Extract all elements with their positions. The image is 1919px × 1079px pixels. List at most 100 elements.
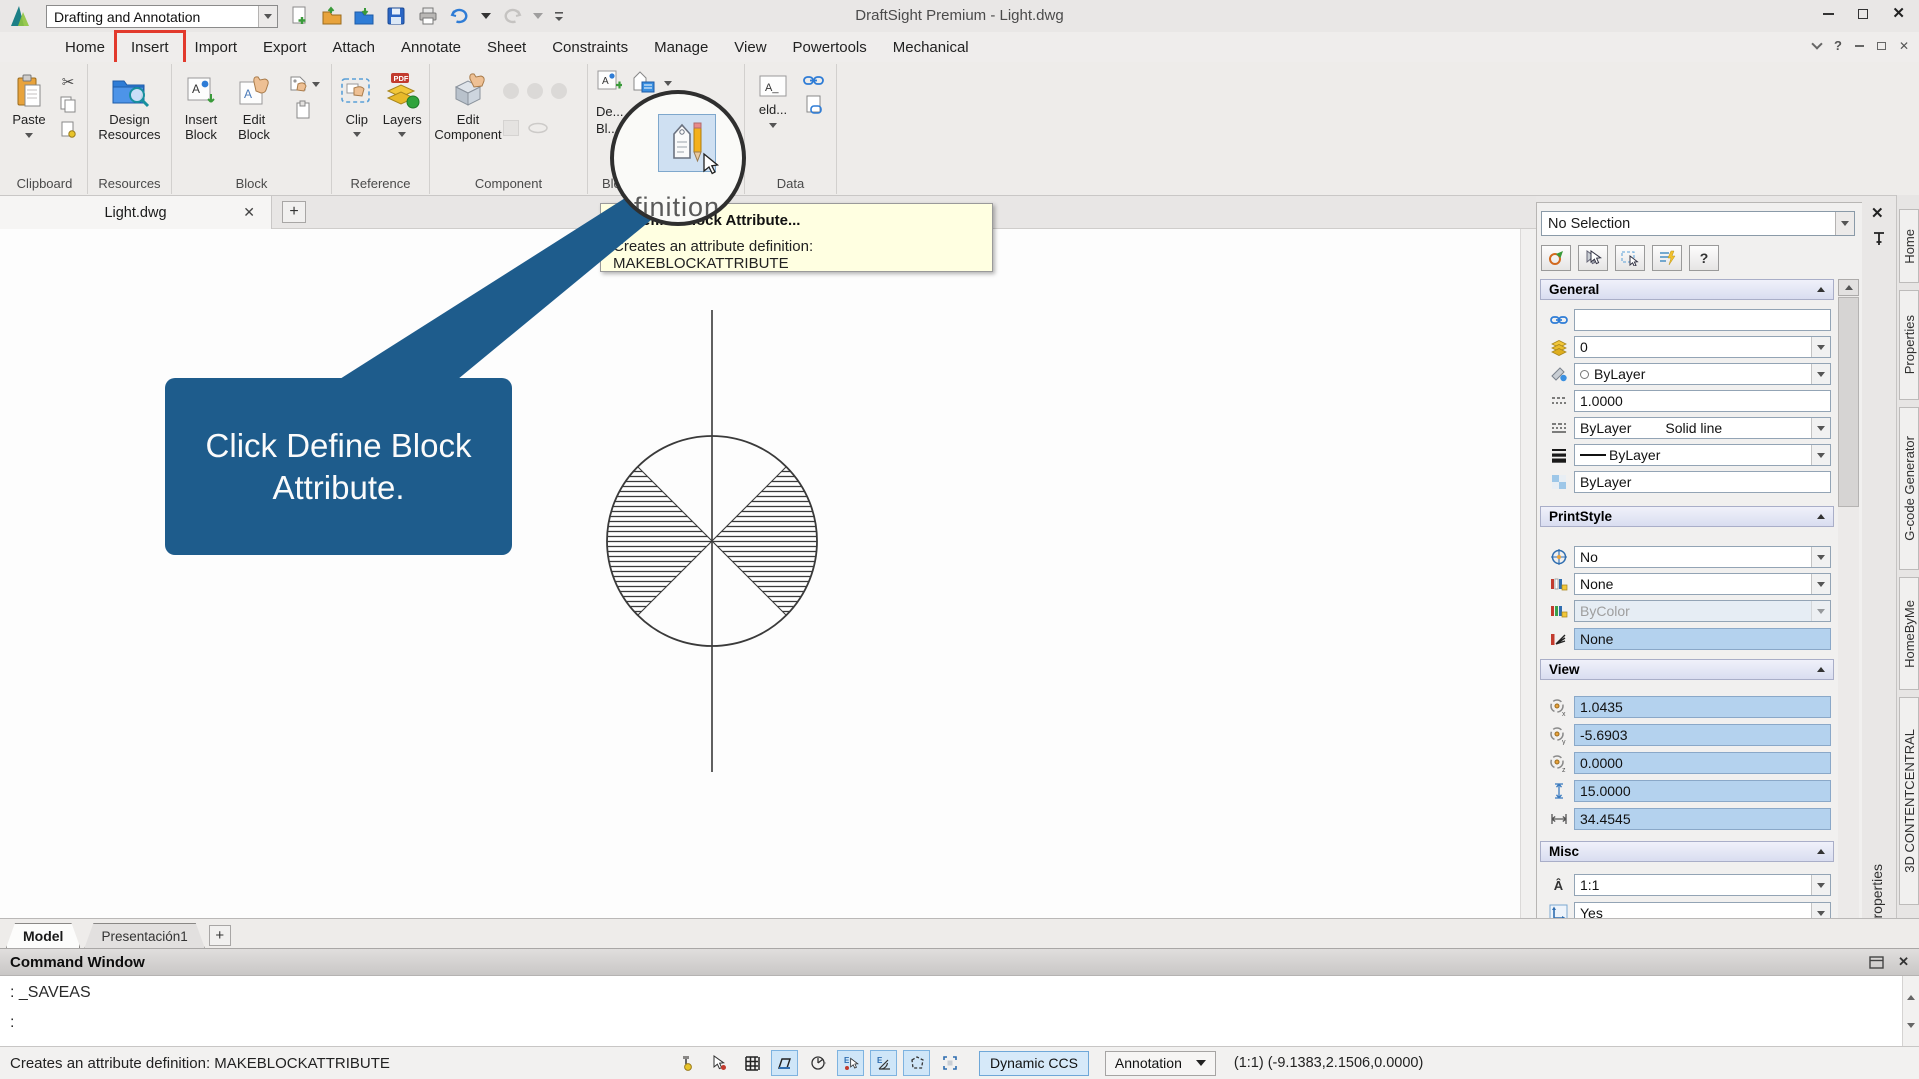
workspace-selector[interactable]: Drafting and Annotation <box>46 5 278 28</box>
side-tab-properties[interactable]: Properties <box>1899 290 1919 400</box>
layer-select[interactable]: 0 <box>1574 336 1831 358</box>
view-center-z-field[interactable]: 0.0000 <box>1574 752 1831 774</box>
hyperlink-button-icon[interactable] <box>803 73 825 90</box>
ortho-toggle[interactable] <box>771 1050 798 1076</box>
scrollbar-thumb[interactable] <box>1838 297 1859 507</box>
restore-panel-icon[interactable] <box>1876 41 1886 50</box>
print-style-select[interactable]: No <box>1574 546 1831 568</box>
polar-tracking-toggle[interactable] <box>804 1050 831 1076</box>
define-block-icon[interactable]: A <box>596 69 623 98</box>
paste-special-icon[interactable] <box>59 120 77 141</box>
transparency-field[interactable]: ByLayer <box>1574 471 1831 493</box>
dropdown-arrow-icon[interactable] <box>1811 875 1830 895</box>
section-header-view[interactable]: View <box>1540 659 1834 680</box>
redo-button[interactable] <box>500 4 524 28</box>
import-file-button[interactable] <box>352 4 376 28</box>
command-window[interactable]: : _SAVEAS : <box>0 975 1919 1048</box>
tab-mechanical[interactable]: Mechanical <box>880 34 982 61</box>
chevron-down-icon[interactable] <box>258 6 277 27</box>
view-center-x-field[interactable]: 1.0435 <box>1574 696 1831 718</box>
dock-command-window-icon[interactable] <box>1869 955 1884 969</box>
tab-attach[interactable]: Attach <box>319 34 388 61</box>
grid-display-toggle[interactable] <box>738 1050 765 1076</box>
section-header-general[interactable]: General <box>1540 279 1834 300</box>
tab-import[interactable]: Import <box>182 34 251 61</box>
tab-constraints[interactable]: Constraints <box>539 34 641 61</box>
side-tab-homebyme[interactable]: HomeByMe <box>1899 577 1919 690</box>
view-center-y-field[interactable]: -5.6903 <box>1574 724 1831 746</box>
block-document-icon[interactable] <box>294 100 312 123</box>
field-dropdown-arrow-icon[interactable] <box>769 122 777 132</box>
select-by-region-button[interactable] <box>1615 245 1645 271</box>
linetype-select[interactable]: ByLayer Solid line <box>1574 417 1831 439</box>
close-document-icon[interactable]: ✕ <box>243 204 255 221</box>
tab-export[interactable]: Export <box>250 34 319 61</box>
cut-icon[interactable]: ✂ <box>62 73 75 91</box>
dropdown-arrow-icon[interactable] <box>1811 547 1830 567</box>
undo-button[interactable] <box>448 4 472 28</box>
collapse-ribbon-icon[interactable] <box>1811 37 1823 50</box>
dynamic-ccs-button[interactable]: Dynamic CCS <box>979 1050 1089 1076</box>
close-window-button[interactable]: ✕ <box>1892 6 1905 21</box>
design-resources-button[interactable]: Design Resources <box>92 69 168 142</box>
tab-powertools[interactable]: Powertools <box>780 34 880 61</box>
pin-panel-icon[interactable] <box>1872 230 1886 249</box>
collapse-icon[interactable] <box>1817 510 1825 519</box>
scroll-up-icon[interactable] <box>1838 279 1859 296</box>
block-attribute-dropdown-arrow-icon[interactable] <box>311 82 320 91</box>
snap-settings-toggle[interactable] <box>672 1050 699 1076</box>
layout-tab-presentacion1[interactable]: Presentación1 <box>84 923 204 948</box>
entity-frame-toggle[interactable] <box>936 1050 963 1076</box>
minimize-panel-icon[interactable] <box>1854 44 1864 47</box>
tab-insert[interactable]: Insert <box>114 29 186 65</box>
view-width-field[interactable]: 34.4545 <box>1574 808 1831 830</box>
block-definition-dropdown-arrow-icon[interactable] <box>664 81 672 90</box>
layers-button[interactable]: PDF Layers <box>379 69 426 141</box>
selection-boundary-toggle[interactable] <box>903 1050 930 1076</box>
hyperlink-field[interactable] <box>1574 309 1831 331</box>
print-style-table-select[interactable]: None <box>1574 573 1831 595</box>
link-document-icon[interactable] <box>804 94 824 119</box>
open-file-button[interactable] <box>320 4 344 28</box>
dropdown-arrow-icon[interactable] <box>1811 445 1830 465</box>
tab-sheet[interactable]: Sheet <box>474 34 539 61</box>
selection-filter-select[interactable]: No Selection <box>1541 211 1855 236</box>
side-tab-3d-contentcentral[interactable]: 3D CONTENTCENTRAL <box>1899 697 1919 905</box>
clip-dropdown-arrow-icon[interactable] <box>352 131 361 141</box>
chevron-down-icon[interactable] <box>1835 212 1854 235</box>
restore-window-button[interactable] <box>1858 9 1869 19</box>
close-command-window-icon[interactable]: ✕ <box>1898 954 1909 970</box>
entity-tracking-toggle[interactable]: E <box>870 1050 897 1076</box>
redo-dropdown-arrow-icon[interactable] <box>532 4 544 28</box>
help-button[interactable]: ? <box>1834 38 1842 53</box>
field-button[interactable]: A_ eld... <box>748 69 798 132</box>
collapse-icon[interactable] <box>1817 663 1825 672</box>
line-color-select[interactable]: ByLayer <box>1574 363 1831 385</box>
collapse-icon[interactable] <box>1817 845 1825 854</box>
copy-icon[interactable] <box>59 95 77 116</box>
side-tab-home[interactable]: Home <box>1899 209 1919 283</box>
help-button[interactable]: ? <box>1689 245 1719 271</box>
section-header-misc[interactable]: Misc <box>1540 841 1834 862</box>
dropdown-arrow-icon[interactable] <box>1811 364 1830 384</box>
undo-dropdown-arrow-icon[interactable] <box>480 4 492 28</box>
block-attribute-tag-icon[interactable] <box>287 73 309 96</box>
lineweight-select[interactable]: ByLayer <box>1574 444 1831 466</box>
edit-block-button[interactable]: A Edit Block <box>227 69 281 142</box>
paste-button[interactable]: Paste <box>5 69 53 142</box>
side-tab-gcode-generator[interactable]: G-code Generator <box>1899 407 1919 570</box>
print-lineweight-field[interactable]: None <box>1574 628 1831 650</box>
layers-dropdown-arrow-icon[interactable] <box>398 131 407 141</box>
minimize-window-button[interactable] <box>1823 13 1835 15</box>
canvas-scrollbar[interactable] <box>1520 229 1536 918</box>
tab-annotate[interactable]: Annotate <box>388 34 474 61</box>
customize-toolbar-icon[interactable] <box>552 4 566 28</box>
insert-block-button[interactable]: A Insert Block <box>175 69 227 142</box>
add-layout-button[interactable]: + <box>208 925 231 946</box>
view-height-field[interactable]: 15.0000 <box>1574 780 1831 802</box>
edit-component-button[interactable]: Edit Component <box>433 69 503 142</box>
paste-dropdown-arrow-icon[interactable] <box>25 132 33 142</box>
dropdown-arrow-icon[interactable] <box>1811 574 1830 594</box>
annotation-scale-select[interactable]: Annotation <box>1104 1050 1216 1076</box>
layout-tab-model[interactable]: Model <box>6 923 80 948</box>
